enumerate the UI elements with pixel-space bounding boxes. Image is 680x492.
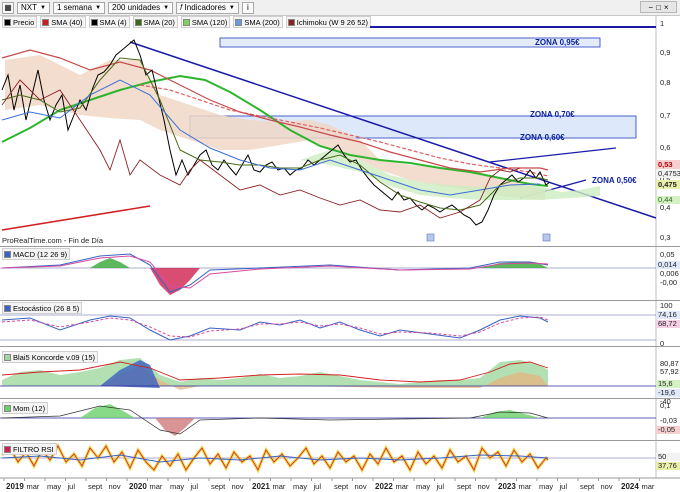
x-tick-label: mar xyxy=(150,482,163,491)
x-tick-label: may xyxy=(47,482,61,491)
macd-value: 0,006 xyxy=(660,269,679,278)
price-badge-text: 0,4753 xyxy=(658,169,680,178)
x-tick-label: sept xyxy=(457,482,472,491)
pane-label-text: Blai5 Koncorde v.09 (15) xyxy=(13,352,95,362)
x-tick-label: nov xyxy=(109,482,121,491)
pane-separator[interactable] xyxy=(0,246,680,247)
rsi-value: 37,76 xyxy=(658,461,677,470)
x-tick-label: sept xyxy=(334,482,349,491)
red-support-line xyxy=(1,205,151,231)
x-tick-label: jul xyxy=(190,482,199,491)
x-tick-label: sept xyxy=(580,482,595,491)
macd-value: 0,014 xyxy=(658,260,677,269)
pane-label-text: MACD (12 26 9) xyxy=(13,249,68,259)
pane-separator[interactable] xyxy=(0,300,680,301)
pane-label-text: Mom (12) xyxy=(13,403,46,413)
y-tick: 0,9 xyxy=(660,48,670,57)
macd-histogram-pos xyxy=(90,258,130,268)
channel-upper-line[interactable] xyxy=(489,147,617,163)
mom-positive-area xyxy=(80,404,135,418)
y-tick: 0,7 xyxy=(660,111,670,120)
macd-tick: 0,05 xyxy=(660,250,675,259)
x-tick-label: mar xyxy=(27,482,40,491)
blai-value: 57,92 xyxy=(660,367,679,376)
zone-060-label: ZONA 0,60€ xyxy=(520,133,565,142)
source-label: ProRealTime.com - Fin de Día xyxy=(2,236,104,245)
zone-070-label: ZONA 0,70€ xyxy=(530,110,575,119)
pane-label-mom[interactable]: Mom (12) xyxy=(2,402,49,414)
x-tick-label: jul xyxy=(313,482,322,491)
y-tick: 0,3 xyxy=(660,233,670,242)
x-tick-label: 2020 xyxy=(129,482,147,491)
x-tick-label: 2019 xyxy=(6,482,24,491)
x-tick-label: 2024 xyxy=(621,482,639,491)
y-tick: 1 xyxy=(660,19,664,28)
macd-histogram-neg xyxy=(150,268,200,295)
swatch xyxy=(4,304,11,312)
event-marker-icon[interactable] xyxy=(426,233,435,242)
x-tick-label: jul xyxy=(436,482,445,491)
pane-label-text: Estocástico (26 8 5) xyxy=(13,303,80,313)
x-tick-label: may xyxy=(293,482,307,491)
x-tick-label: 2021 xyxy=(252,482,270,491)
pane-separator[interactable] xyxy=(0,346,680,347)
blai-value: 15,6 xyxy=(658,379,673,388)
price-badge-text: 0,44 xyxy=(658,195,673,204)
y-tick: 0,6 xyxy=(660,143,670,152)
x-tick-label: sept xyxy=(211,482,226,491)
pane-separator[interactable] xyxy=(0,440,680,441)
x-tick-label: nov xyxy=(478,482,490,491)
rsi-tick: 50 xyxy=(658,452,666,461)
stoch-value: 68,72 xyxy=(658,319,677,328)
x-tick-label: mar xyxy=(273,482,286,491)
event-marker-icon[interactable] xyxy=(542,233,551,242)
macd-signal-line xyxy=(1,255,549,289)
x-tick-label: nov xyxy=(232,482,244,491)
price-badge-text: 0,475 xyxy=(658,180,677,189)
x-tick-label: mar xyxy=(396,482,409,491)
swatch xyxy=(4,445,11,453)
swatch xyxy=(4,404,11,412)
pane-label-rsi[interactable]: FILTRO RSI xyxy=(2,443,57,455)
x-tick-label: jul xyxy=(67,482,76,491)
y-tick: 0,8 xyxy=(660,78,670,87)
stoch-d-line xyxy=(1,316,549,338)
x-tick-label: jul xyxy=(559,482,568,491)
pane-label-stoch[interactable]: Estocástico (26 8 5) xyxy=(2,302,83,314)
pane-label-macd[interactable]: MACD (12 26 9) xyxy=(2,248,71,260)
stoch-tick: 100 xyxy=(660,301,673,310)
pane-label-blai[interactable]: Blai5 Koncorde v.09 (15) xyxy=(2,351,98,363)
x-tick-label: may xyxy=(539,482,553,491)
zone-050-label: ZONA 0,50€ xyxy=(592,176,637,185)
mom-line xyxy=(1,405,549,435)
mom-value: -0,03 xyxy=(660,416,677,425)
x-tick-label: may xyxy=(170,482,184,491)
swatch xyxy=(4,250,11,258)
x-tick-label: sept xyxy=(88,482,103,491)
pane-label-text: FILTRO RSI xyxy=(13,444,54,454)
swatch xyxy=(4,353,11,361)
x-tick-label: may xyxy=(416,482,430,491)
x-tick-label: 2023 xyxy=(498,482,516,491)
mom-value: -0,05 xyxy=(658,425,675,434)
macd-line xyxy=(1,253,549,293)
mom-tick: 0,1 xyxy=(660,401,670,410)
price-badge-text: 0,53 xyxy=(658,160,673,169)
stoch-value: 74,16 xyxy=(658,310,677,319)
pane-separator[interactable] xyxy=(0,398,680,399)
y-tick: 0,4 xyxy=(660,203,670,212)
zone-095-label: ZONA 0,95€ xyxy=(535,38,580,47)
x-tick-label: nov xyxy=(355,482,367,491)
x-tick-label: 2022 xyxy=(375,482,393,491)
macd-tick: -0,00 xyxy=(660,278,677,287)
x-tick-label: nov xyxy=(601,482,613,491)
x-axis-ticks: 2019 mar may jul sept nov 2020 mar may jul sept nov… xyxy=(3,478,655,491)
blai-value: -19,6 xyxy=(658,388,675,397)
stoch-k-line xyxy=(1,315,549,341)
x-tick-label: mar xyxy=(519,482,532,491)
x-tick-label: mar xyxy=(642,482,655,491)
